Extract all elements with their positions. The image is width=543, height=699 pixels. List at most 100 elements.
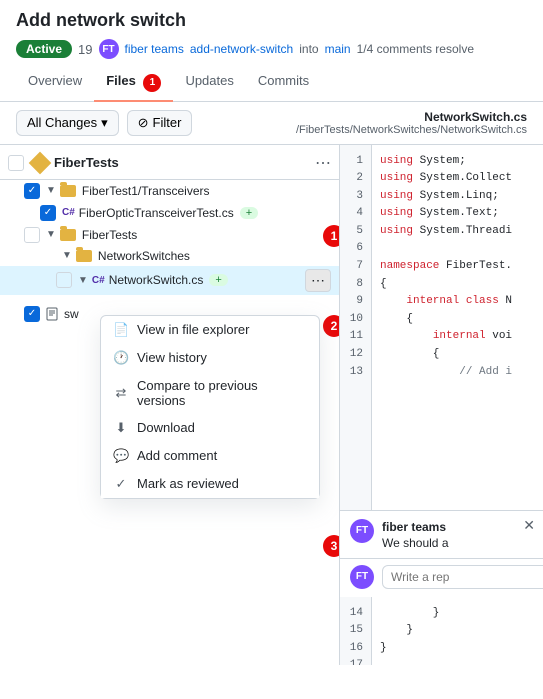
tree-label: FiberOpticTransceiverTest.cs	[79, 206, 234, 220]
context-label: Mark as reviewed	[137, 476, 239, 491]
tree-item-networkswitch[interactable]: ▼ C# NetworkSwitch.cs + ⋯	[0, 266, 339, 295]
context-compare[interactable]: ⇄ Compare to previous versions	[101, 372, 319, 414]
tab-files[interactable]: Files 1	[94, 65, 173, 102]
badge-1: 1	[323, 225, 340, 247]
folder-icon	[60, 229, 76, 241]
comment-icon: 💬	[113, 448, 129, 464]
reply-avatar: FT	[350, 565, 374, 589]
tree-label: sw	[64, 307, 79, 321]
folder-icon	[76, 250, 92, 262]
tab-updates[interactable]: Updates	[173, 65, 245, 102]
reply-input[interactable]	[382, 565, 543, 589]
chevron-icon: ▼	[46, 185, 56, 196]
tab-files-badge: 1	[143, 74, 161, 92]
file-name: NetworkSwitch.cs	[296, 110, 527, 124]
context-download[interactable]: ⬇ Download	[101, 414, 319, 442]
context-view-file[interactable]: 📄 View in file explorer	[101, 316, 319, 344]
commenter-avatar: FT	[350, 519, 374, 543]
plus-badge: +	[240, 207, 258, 219]
comments-resolved: 1/4 comments resolve	[357, 42, 474, 56]
file-icon	[46, 307, 58, 321]
context-view-history[interactable]: 🕐 View history	[101, 344, 319, 372]
bottom-code: 14 15 16 17 } } }	[340, 597, 543, 665]
chevron-icon: ▼	[62, 250, 72, 261]
into-text: into	[299, 42, 318, 56]
checkbox-fibertests1[interactable]: ✓	[24, 183, 40, 199]
branch-from[interactable]: add-network-switch	[190, 42, 293, 56]
tree-root-label: FiberTests	[54, 155, 315, 170]
line-numbers: 1 2 3 4 5 6 7 8 9 10 11 12 13	[340, 145, 372, 510]
context-label: Add comment	[137, 448, 217, 463]
commenter-name: fiber teams	[382, 520, 446, 534]
tree-item-networkswitches[interactable]: ▼ NetworkSwitches	[0, 246, 339, 266]
tree-item-fibertests1[interactable]: ✓ ▼ FiberTest1/Transceivers	[0, 180, 339, 202]
checkbox-networkswitch[interactable]	[56, 272, 72, 288]
branch-to[interactable]: main	[325, 42, 351, 56]
diamond-icon	[29, 151, 52, 174]
author-name[interactable]: fiber teams	[125, 42, 184, 56]
chevron-icon: ▼	[78, 275, 88, 286]
tab-commits[interactable]: Commits	[246, 65, 321, 102]
download-icon: ⬇	[113, 420, 129, 436]
context-label: View in file explorer	[137, 322, 249, 337]
tree-item-fibertransceiver[interactable]: ✓ C# FiberOpticTransceiverTest.cs +	[0, 202, 339, 224]
header-meta: Active 19 FT fiber teams add-network-swi…	[16, 39, 527, 59]
comment-item: FT fiber teams We should a	[340, 511, 543, 558]
context-label: Download	[137, 420, 195, 435]
tree-header: FiberTests ⋯	[0, 145, 339, 180]
bottom-code-lines: } } }	[372, 597, 543, 665]
three-dot-button[interactable]: ⋯	[305, 269, 331, 292]
file-path-area: NetworkSwitch.cs /FiberTests/NetworkSwit…	[296, 110, 527, 136]
chevron-icon: ▼	[46, 229, 56, 240]
filter-button[interactable]: ⊘ Filter	[127, 110, 193, 136]
reply-area: FT	[340, 558, 543, 597]
file-tree: FiberTests ⋯ ✓ ▼ FiberTest1/Transceivers…	[0, 145, 340, 665]
tree-label: FiberTest1/Transceivers	[82, 184, 210, 198]
root-checkbox[interactable]	[8, 155, 24, 171]
context-label: Compare to previous versions	[137, 378, 307, 408]
tree-label: NetworkSwitches	[98, 249, 190, 263]
tree-label: NetworkSwitch.cs	[109, 273, 204, 287]
page-title: Add network switch	[16, 10, 527, 31]
tabs-bar: Overview Files 1 Updates Commits	[0, 65, 543, 102]
check-icon: ✓	[113, 476, 129, 492]
comment-text: We should a	[382, 536, 533, 550]
tree-item-fibertests[interactable]: ▼ FiberTests	[0, 224, 339, 246]
code-lines: using System; using System.Collect using…	[372, 145, 543, 510]
tab-overview[interactable]: Overview	[16, 65, 94, 102]
checkbox-fibertransceiver[interactable]: ✓	[40, 205, 56, 221]
checkbox-sw[interactable]: ✓	[24, 306, 40, 322]
cs-badge: C#	[62, 207, 75, 218]
folder-icon	[60, 185, 76, 197]
badge-2: 2	[323, 315, 340, 337]
filter-icon: ⊘	[138, 115, 149, 131]
plus-badge: +	[209, 274, 227, 286]
all-changes-button[interactable]: All Changes ▾	[16, 110, 119, 136]
filter-label: Filter	[153, 115, 182, 130]
context-label: View history	[137, 350, 207, 365]
code-panel: 1 2 3 4 5 6 7 8 9 10 11 12 13 using Syst…	[340, 145, 543, 665]
tree-label: FiberTests	[82, 228, 137, 242]
pr-number: 19	[78, 42, 92, 57]
bottom-line-numbers: 14 15 16 17	[340, 597, 372, 665]
tree-more-icon[interactable]: ⋯	[315, 153, 331, 173]
code-area: 1 2 3 4 5 6 7 8 9 10 11 12 13 using Syst…	[340, 145, 543, 510]
checkbox-fibertests[interactable]	[24, 227, 40, 243]
context-add-comment[interactable]: 💬 Add comment	[101, 442, 319, 470]
chevron-down-icon: ▾	[101, 115, 108, 131]
main-content: FiberTests ⋯ ✓ ▼ FiberTest1/Transceivers…	[0, 145, 543, 665]
context-mark-reviewed[interactable]: ✓ Mark as reviewed	[101, 470, 319, 498]
header: Add network switch Active 19 FT fiber te…	[0, 0, 543, 65]
close-icon[interactable]: ✕	[523, 517, 535, 534]
history-icon: 🕐	[113, 350, 129, 366]
badge-3: 3	[323, 535, 340, 557]
cs-badge: C#	[92, 275, 105, 286]
all-changes-label: All Changes	[27, 115, 97, 130]
comment-body: fiber teams We should a	[382, 519, 533, 550]
compare-icon: ⇄	[113, 385, 129, 401]
file-explorer-icon: 📄	[113, 322, 129, 338]
file-path: /FiberTests/NetworkSwitches/NetworkSwitc…	[296, 124, 527, 136]
comment-section: ✕ FT fiber teams We should a FT 14 15 16…	[340, 510, 543, 665]
author-avatar: FT	[99, 39, 119, 59]
toolbar: All Changes ▾ ⊘ Filter NetworkSwitch.cs …	[0, 102, 543, 145]
